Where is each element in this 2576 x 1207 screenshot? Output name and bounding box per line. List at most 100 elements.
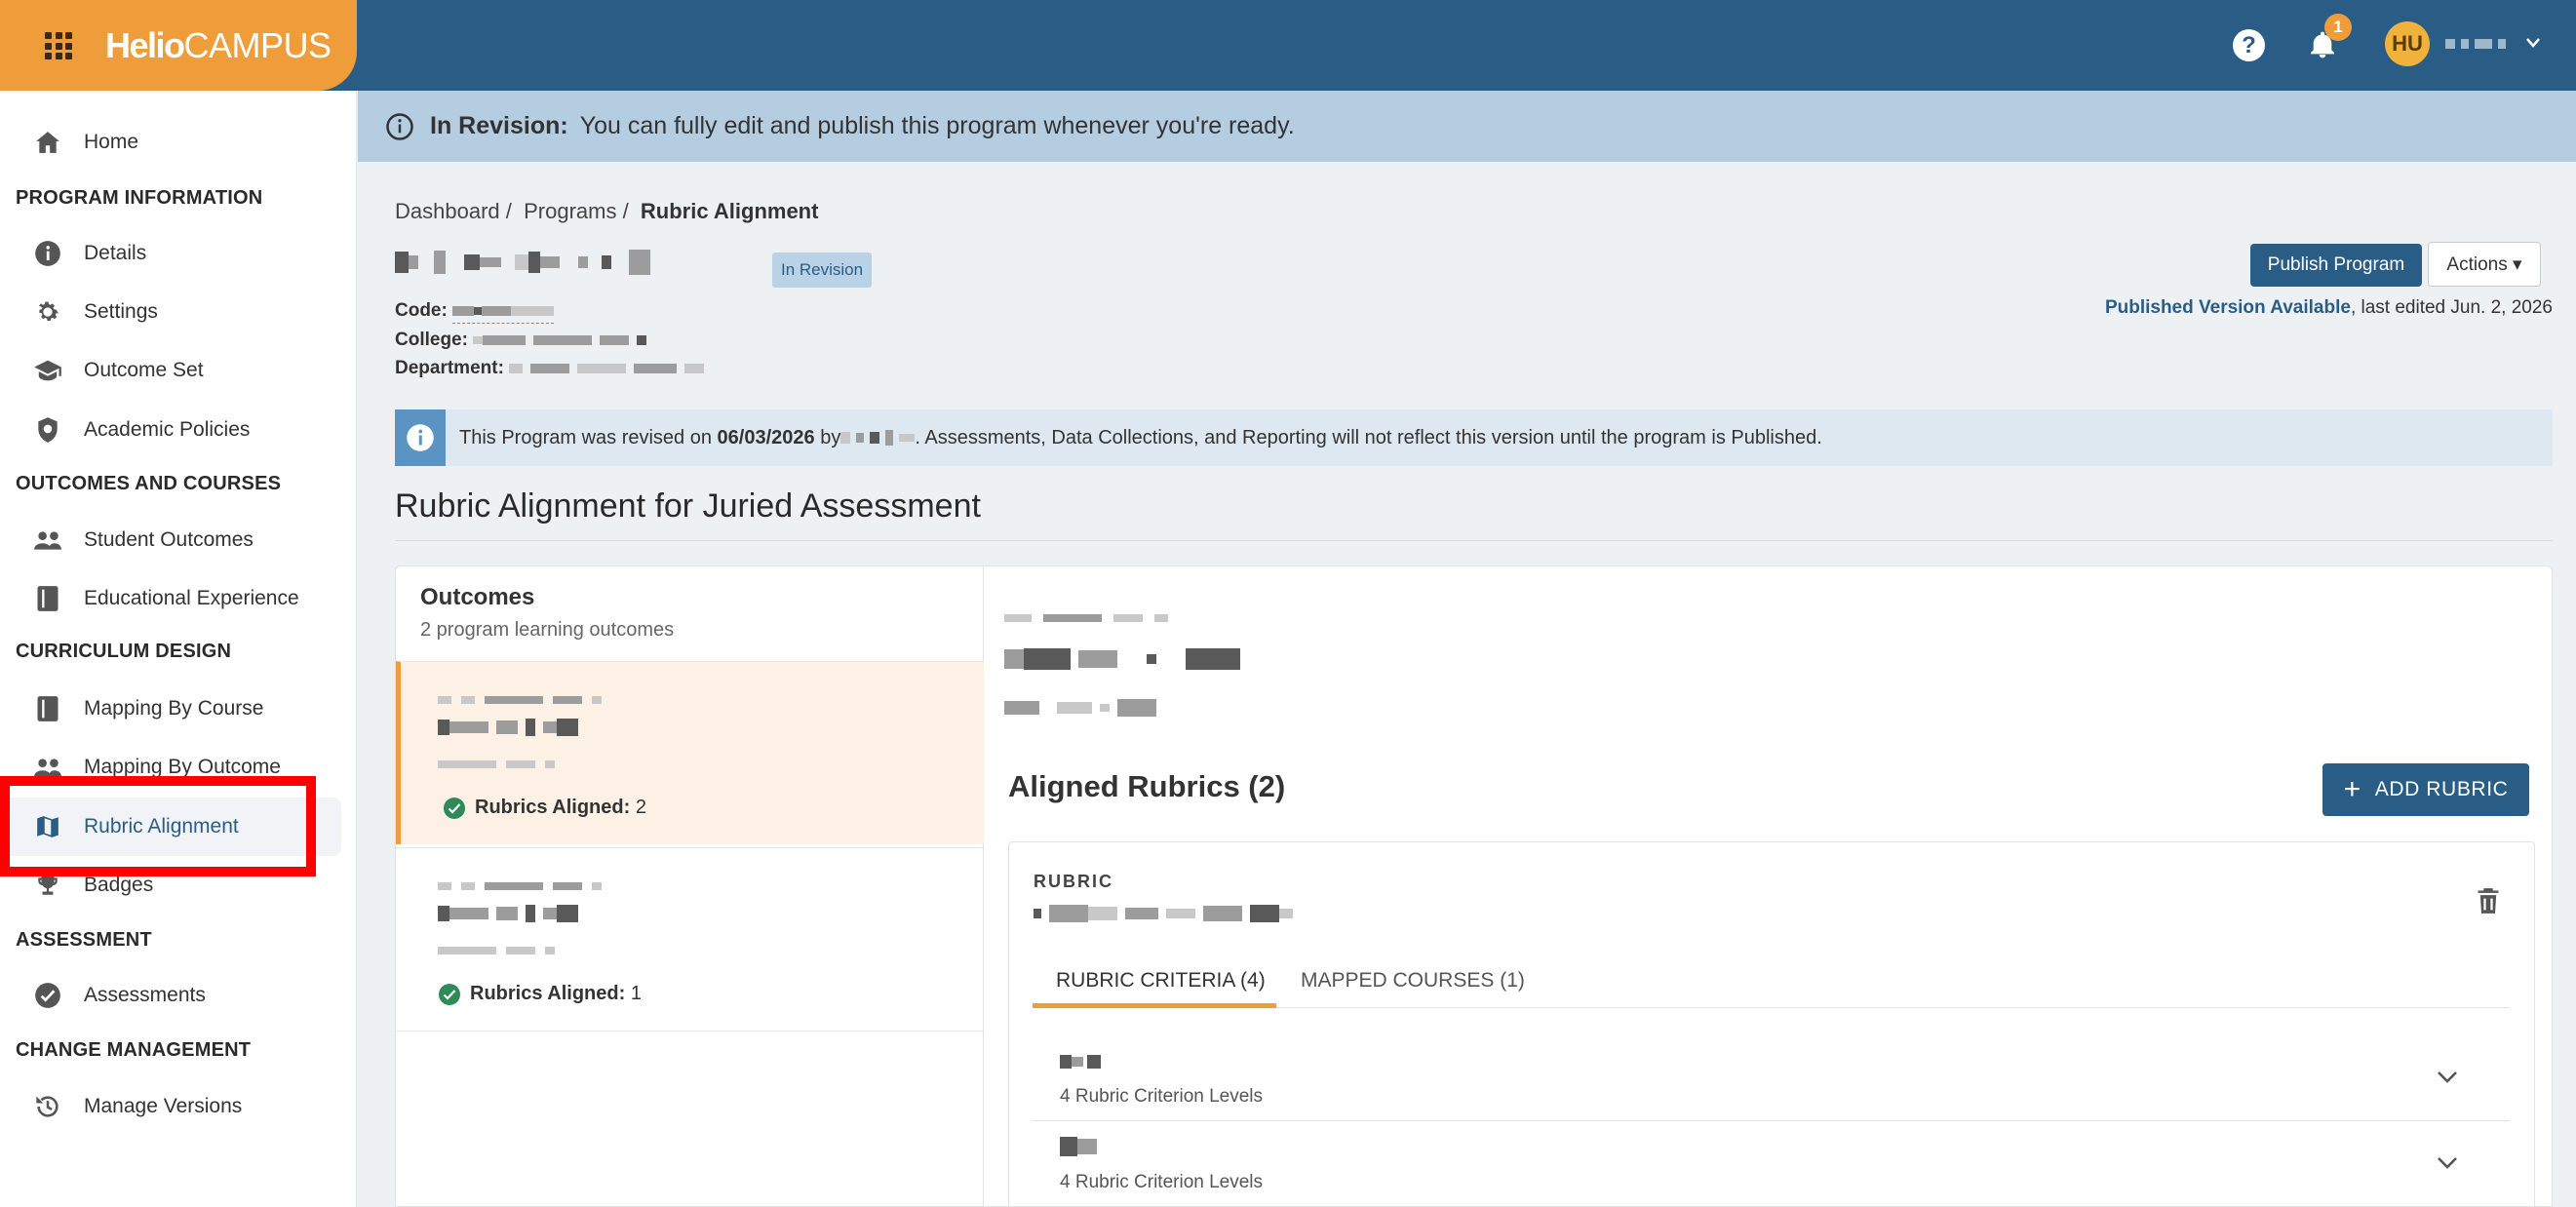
outcomes-subheading: 2 program learning outcomes [420, 619, 675, 641]
actions-dropdown-button[interactable]: Actions ▾ [2428, 242, 2541, 287]
program-department: Department: [395, 358, 705, 379]
sidebar-item-label: Mapping By Course [84, 697, 264, 720]
revision-notice: This Program was revised on 06/03/2026 b… [395, 409, 2553, 466]
status-badge: In Revision [772, 253, 873, 288]
sidebar-item-details[interactable]: Details [0, 224, 341, 283]
tab-mapped-courses[interactable]: MAPPED COURSES (1) [1301, 969, 1525, 1008]
sidebar-item-student-outcomes[interactable]: Student Outcomes [0, 511, 341, 569]
rubric-card: RUBRIC RUBRIC CRITERIA (4) MAPPED COURSE… [1008, 841, 2535, 1207]
sidebar-item-label: Student Outcomes [84, 528, 254, 551]
sidebar-item-mapping-by-course[interactable]: Mapping By Course [0, 680, 341, 738]
criterion-name-redacted [1060, 1053, 1101, 1071]
title-divider [395, 540, 2553, 541]
rubric-alignment-card: Outcomes 2 program learning outcomes Rub… [395, 565, 2553, 1207]
sidebar-item-educational-experience[interactable]: Educational Experience [0, 569, 341, 628]
published-version-info: Published Version Available, last edited… [2085, 297, 2553, 319]
aligned-label: Rubrics Aligned: [470, 983, 626, 1004]
graduation-cap-icon [33, 356, 62, 385]
sidebar-item-label: Home [84, 131, 139, 153]
published-version-link[interactable]: Published Version Available [2105, 297, 2351, 318]
caret-down-icon: ▾ [2513, 253, 2522, 275]
notice-suffix: . Assessments, Data Collections, and Rep… [915, 426, 1822, 448]
outcome-desc-redacted [438, 905, 578, 926]
sidebar-item-outcome-set[interactable]: Outcome Set [0, 341, 341, 400]
program-college: College: [395, 330, 647, 351]
selected-outcome-title-redacted [1004, 648, 1240, 670]
criterion-levels: 4 Rubric Criterion Levels [1060, 1086, 1264, 1107]
department-label: Department: [395, 358, 504, 378]
chevron-down-icon[interactable] [2437, 1156, 2458, 1170]
revision-banner: In Revision: You can fully edit and publ… [358, 91, 2576, 162]
user-name-redacted[interactable] [2445, 35, 2523, 49]
notification-count-badge: 1 [2324, 14, 2352, 41]
sidebar-item-home[interactable]: Home [0, 113, 341, 172]
check-circle-icon [439, 983, 460, 1005]
add-rubric-button[interactable]: + ADD RUBRIC [2322, 763, 2529, 816]
info-outline-icon [386, 112, 413, 140]
program-name-redacted [395, 250, 765, 289]
helio-campus-logo[interactable]: HelioCAMPUS [105, 25, 332, 66]
add-rubric-label: ADD RUBRIC [2374, 778, 2509, 800]
sidebar-item-label: Educational Experience [84, 587, 299, 609]
criterion-levels: 4 Rubric Criterion Levels [1060, 1172, 1264, 1192]
rubric-name-redacted [1034, 905, 1293, 922]
sidebar-item-academic-policies[interactable]: Academic Policies [0, 401, 341, 459]
outcome-meta-redacted [438, 756, 555, 769]
check-circle-icon [33, 981, 62, 1010]
aligned-value: 1 [630, 983, 642, 1004]
user-avatar[interactable]: HU [2385, 21, 2430, 66]
rubrics-aligned-count: Rubrics Aligned: 1 [439, 983, 642, 1005]
outcome-title-redacted [438, 691, 602, 705]
user-menu-chevron-down-icon[interactable] [2525, 37, 2541, 49]
notice-prefix: This Program was revised on [459, 426, 712, 448]
sidebar-item-label: Manage Versions [84, 1095, 243, 1117]
criterion-row[interactable]: 4 Rubric Criterion Levels [1033, 1037, 2510, 1121]
selected-outcome-label-redacted [1004, 609, 1168, 627]
actions-label: Actions [2446, 253, 2508, 275]
sidebar-item-label: Academic Policies [84, 418, 251, 441]
outcome-title-redacted [438, 877, 602, 891]
criterion-row[interactable]: 4 Rubric Criterion Levels [1033, 1123, 2510, 1207]
rubric-label: RUBRIC [1034, 872, 1113, 891]
criterion-name-redacted [1060, 1137, 1097, 1156]
sidebar-item-label: Outcome Set [84, 359, 204, 381]
rubric-alignment-highlight-box [0, 776, 316, 876]
outcome-desc-redacted [438, 719, 578, 740]
home-icon [33, 128, 62, 157]
sidebar-item-label: Badges [84, 874, 154, 896]
book-icon [33, 694, 62, 723]
banner-text: You can fully edit and publish this prog… [579, 112, 1295, 139]
delete-rubric-trash-icon[interactable] [2477, 887, 2500, 915]
sidebar: Home PROGRAM INFORMATION Details Setting… [0, 91, 357, 1207]
apps-grid-icon[interactable] [45, 32, 72, 59]
shield-icon [33, 415, 62, 445]
tab-rubric-criteria[interactable]: RUBRIC CRITERIA (4) [1033, 969, 1276, 1008]
sidebar-item-manage-versions[interactable]: Manage Versions [0, 1077, 341, 1136]
outcome-list-item[interactable]: Rubrics Aligned: 2 [396, 661, 984, 844]
notice-info-icon [395, 409, 446, 466]
list-divider [396, 1031, 984, 1032]
breadcrumb: Dashboard / Programs / Rubric Alignment [395, 199, 818, 224]
sidebar-heading-outcomes-and-courses: OUTCOMES AND COURSES [16, 473, 282, 494]
history-icon [33, 1092, 62, 1121]
people-icon [33, 526, 62, 555]
notice-date: 06/03/2026 [717, 426, 815, 448]
program-code: Code: [395, 300, 555, 324]
chevron-down-icon[interactable] [2437, 1071, 2458, 1084]
aligned-label: Rubrics Aligned: [475, 797, 631, 818]
sidebar-item-settings[interactable]: Settings [0, 283, 341, 341]
outcomes-heading: Outcomes [420, 584, 535, 610]
sidebar-heading-curriculum-design: CURRICULUM DESIGN [16, 641, 232, 662]
sidebar-item-label: Settings [84, 300, 158, 323]
plus-icon: + [2343, 773, 2361, 805]
outcome-list-item[interactable]: Rubrics Aligned: 1 [396, 847, 984, 1031]
publish-program-button[interactable]: Publish Program [2250, 244, 2422, 287]
breadcrumb-programs[interactable]: Programs / [524, 199, 629, 223]
rubric-tabs: RUBRIC CRITERIA (4) MAPPED COURSES (1) [1033, 969, 2510, 1008]
gear-icon [33, 297, 62, 327]
outcome-meta-redacted [438, 942, 555, 955]
breadcrumb-dashboard[interactable]: Dashboard / [395, 199, 512, 223]
help-icon[interactable]: ? [2233, 29, 2265, 61]
sidebar-item-assessments[interactable]: Assessments [0, 966, 341, 1025]
last-edited-text: , last edited Jun. 2, 2026 [2350, 297, 2553, 318]
